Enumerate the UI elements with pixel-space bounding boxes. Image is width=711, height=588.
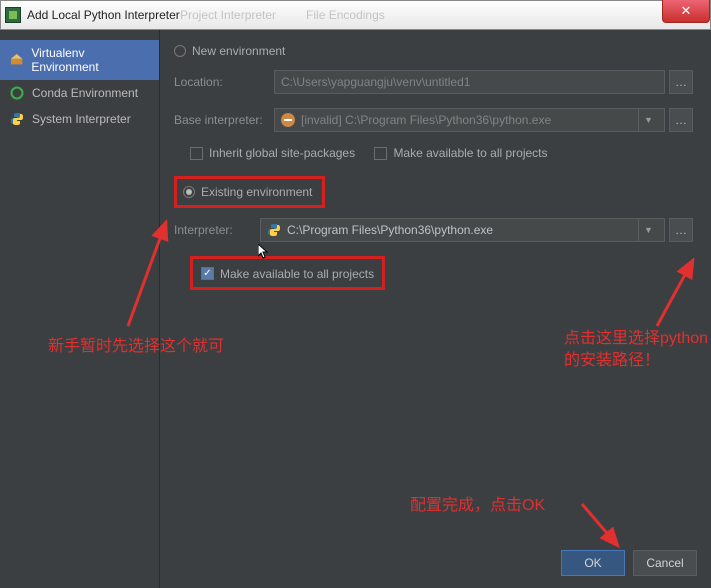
close-button[interactable]: ✕: [662, 0, 710, 23]
annotation-bottom: 配置完成，点击OK: [410, 495, 545, 517]
sidebar-item-label: Conda Environment: [32, 86, 138, 100]
location-label: Location:: [174, 75, 274, 89]
python-icon: [10, 112, 24, 126]
make-available-highlight: ✓ Make available to all projects: [190, 256, 385, 290]
dots-icon: …: [675, 223, 687, 237]
dropdown-icon[interactable]: ▼: [638, 109, 658, 131]
conda-icon: [10, 86, 24, 100]
window-title: Add Local Python Interpreter: [27, 8, 180, 22]
make-available-new-label: Make available to all projects: [393, 146, 547, 160]
sidebar-item-system[interactable]: System Interpreter: [0, 106, 159, 132]
inherit-label: Inherit global site-packages: [209, 146, 355, 160]
cancel-button[interactable]: Cancel: [633, 550, 697, 576]
existing-env-highlight: Existing environment: [174, 176, 325, 208]
inherit-checkbox-row[interactable]: Inherit global site-packages: [190, 146, 355, 160]
base-label: Base interpreter:: [174, 113, 274, 127]
existing-env-label: Existing environment: [201, 185, 312, 199]
arrow-icon: [647, 256, 707, 341]
close-icon: ✕: [681, 3, 692, 19]
location-value: C:\Users\yapguangju\venv\untitled1: [281, 75, 470, 89]
ghost-tab: File Encodings: [306, 8, 385, 22]
sidebar-item-conda[interactable]: Conda Environment: [0, 80, 159, 106]
dropdown-icon[interactable]: ▼: [638, 219, 658, 241]
interpreter-value: C:\Program Files\Python36\python.exe: [287, 223, 493, 237]
make-available-exist-row[interactable]: ✓ Make available to all projects: [201, 267, 374, 281]
sidebar-item-label: System Interpreter: [32, 112, 131, 126]
base-browse-button[interactable]: …: [669, 108, 693, 132]
make-available-exist-label: Make available to all projects: [220, 267, 374, 281]
ghost-tab: Project Interpreter: [180, 8, 276, 22]
background-tabs: Project Interpreter File Encodings: [180, 2, 385, 28]
dots-icon: …: [675, 75, 687, 89]
location-browse-button[interactable]: …: [669, 70, 693, 94]
base-value: [invalid] C:\Program Files\Python36\pyth…: [301, 113, 551, 127]
ok-button[interactable]: OK: [561, 550, 625, 576]
sidebar-item-label: Virtualenv Environment: [31, 46, 149, 74]
dialog-footer: OK Cancel: [561, 550, 697, 576]
dots-icon: …: [675, 113, 687, 127]
app-icon: [5, 7, 21, 23]
checkbox-icon: ✓: [201, 267, 214, 280]
base-interpreter-field[interactable]: [invalid] C:\Program Files\Python36\pyth…: [274, 108, 665, 132]
invalid-icon: [281, 113, 295, 127]
interpreter-field[interactable]: C:\Program Files\Python36\python.exe ▼: [260, 218, 665, 242]
checkbox-icon: [190, 147, 203, 160]
radio-icon: [174, 45, 186, 57]
location-field[interactable]: C:\Users\yapguangju\venv\untitled1: [274, 70, 665, 94]
new-env-radio-row[interactable]: New environment: [174, 44, 693, 58]
arrow-icon: [118, 216, 178, 341]
sidebar-item-virtualenv[interactable]: Virtualenv Environment: [0, 40, 159, 80]
new-env-label: New environment: [192, 44, 285, 58]
make-available-new-row[interactable]: Make available to all projects: [374, 146, 547, 160]
checkbox-icon: [374, 147, 387, 160]
radio-icon: [183, 186, 195, 198]
python-icon: [267, 223, 281, 237]
existing-env-radio-row[interactable]: Existing environment: [183, 185, 312, 199]
interpreter-label: Interpreter:: [174, 223, 260, 237]
virtualenv-icon: [10, 53, 23, 67]
interpreter-browse-button[interactable]: …: [669, 218, 693, 242]
